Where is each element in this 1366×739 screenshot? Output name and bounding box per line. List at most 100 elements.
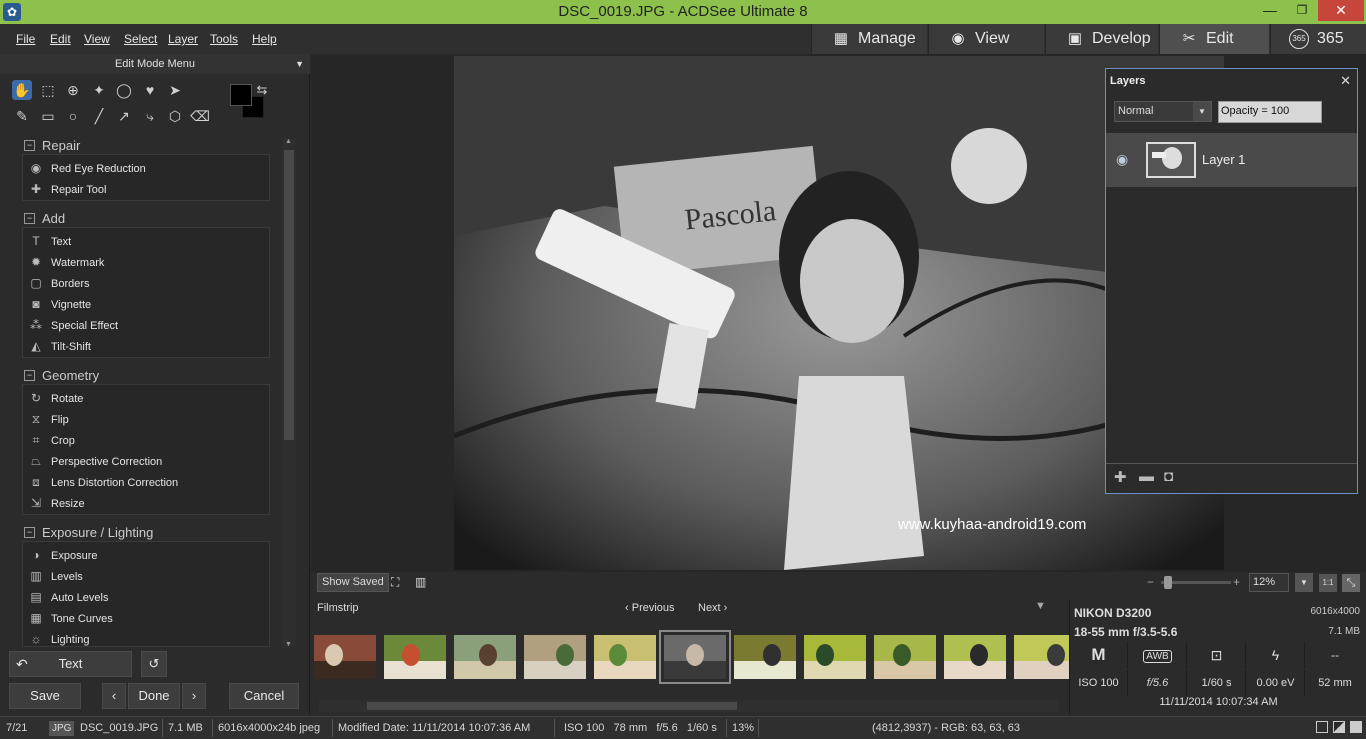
filmstrip-thumbnail[interactable] — [804, 635, 866, 679]
zoom-slider-handle[interactable] — [1164, 576, 1172, 589]
add-layer-icon[interactable]: ✚ — [1114, 468, 1127, 486]
filmstrip-thumbnail[interactable] — [594, 635, 656, 679]
histogram-icon[interactable]: ▥ — [415, 575, 426, 589]
swap-colors-icon[interactable]: ⇆ — [252, 80, 272, 100]
hand-tool-icon[interactable]: ✋ — [12, 80, 32, 100]
filmstrip-thumbnail[interactable] — [944, 635, 1006, 679]
ellipse-icon[interactable]: ○ — [63, 106, 83, 126]
foreground-color-swatch[interactable] — [230, 84, 252, 106]
menu-layer[interactable]: Layer — [168, 32, 198, 46]
tab-develop[interactable]: ▣ Develop — [1045, 24, 1158, 54]
minimize-icon[interactable]: — — [1255, 0, 1285, 21]
menu-help[interactable]: Help — [252, 32, 277, 46]
close-icon[interactable]: ✕ — [1340, 73, 1351, 89]
scrollbar-thumb[interactable] — [284, 150, 294, 440]
filmstrip-thumbnail[interactable] — [314, 635, 376, 679]
visibility-eye-icon[interactable]: ◉ — [1116, 151, 1128, 168]
selection-cursor-icon[interactable]: ➤ — [165, 80, 185, 100]
eraser-icon[interactable]: ⌫ — [190, 106, 210, 126]
restore-icon[interactable]: ❐ — [1287, 0, 1317, 21]
fullscreen-toggle-icon[interactable] — [1350, 721, 1362, 733]
geometry-perspective-item[interactable]: ⏢ Perspective Correction — [28, 451, 162, 471]
menu-select[interactable]: Select — [124, 32, 157, 46]
menu-file[interactable]: File — [16, 32, 35, 46]
scroll-down-icon[interactable]: ▼ — [285, 641, 292, 648]
filmstrip-thumbnail[interactable] — [1014, 635, 1076, 679]
menu-edit[interactable]: Edit — [50, 32, 71, 46]
polygon-icon[interactable]: ⬡ — [165, 106, 185, 126]
tab-365[interactable]: 365 365 — [1270, 24, 1366, 54]
collapse-icon[interactable]: − — [24, 213, 35, 224]
add-special-effect-item[interactable]: ⁂ Special Effect — [28, 315, 118, 335]
lasso-icon[interactable]: ◯ — [114, 80, 134, 100]
menu-tools[interactable]: Tools — [210, 32, 238, 46]
edit-mode-menu-header[interactable]: Edit Mode Menu ▼ — [0, 54, 310, 74]
geometry-resize-item[interactable]: ⇲ Resize — [28, 493, 85, 513]
panel-toggle-icon[interactable] — [1316, 721, 1328, 733]
add-text-item[interactable]: T Text — [28, 231, 71, 251]
filmstrip-next-button[interactable]: Next › — [698, 602, 727, 614]
menu-view[interactable]: View — [84, 32, 110, 46]
zoom-out-icon[interactable]: − — [1147, 575, 1154, 589]
fullscreen-icon[interactable]: ⤡ — [1342, 574, 1360, 592]
zoom-level-field[interactable]: 12% — [1249, 573, 1289, 592]
arrow-line-icon[interactable]: ↗ — [114, 106, 134, 126]
add-tilt-shift-item[interactable]: ◭ Tilt-Shift — [28, 336, 91, 356]
geometry-rotate-item[interactable]: ↻ Rotate — [28, 388, 83, 408]
next-image-button[interactable]: › — [182, 683, 206, 709]
add-borders-item[interactable]: ▢ Borders — [28, 273, 89, 293]
scrollbar-thumb[interactable] — [367, 702, 737, 710]
close-button[interactable]: ✕ — [1318, 0, 1364, 21]
repair-tool-item[interactable]: ✚ Repair Tool — [28, 179, 106, 199]
add-watermark-item[interactable]: ✹ Watermark — [28, 252, 104, 272]
show-saved-button[interactable]: Show Saved — [317, 573, 389, 592]
camera-icon[interactable]: ◘ — [1164, 468, 1173, 485]
repair-red-eye-item[interactable]: ◉ Red Eye Reduction — [28, 158, 146, 178]
smart-brush-icon[interactable]: ♥ — [140, 80, 160, 100]
filmstrip-thumbnail[interactable] — [734, 635, 796, 679]
chevron-down-icon[interactable]: ▼ — [1035, 600, 1046, 612]
scroll-up-icon[interactable]: ▲ — [285, 138, 292, 145]
move-tool-icon[interactable]: ⊕ — [63, 80, 83, 100]
overlay-toggle-icon[interactable] — [1333, 721, 1345, 733]
levels-item[interactable]: ▥ Levels — [28, 566, 82, 586]
collapse-icon[interactable]: − — [24, 370, 35, 381]
filmstrip-thumbnail[interactable] — [384, 635, 446, 679]
blend-mode-select[interactable]: Normal ▼ — [1114, 101, 1212, 122]
collapse-icon[interactable]: − — [24, 527, 35, 538]
filmstrip-thumbnail[interactable] — [659, 630, 731, 684]
geometry-lens-distortion-item[interactable]: ⧈ Lens Distortion Correction — [28, 472, 178, 492]
fit-screen-icon[interactable]: ⛶ — [391, 575, 399, 590]
geometry-crop-item[interactable]: ⌗ Crop — [28, 430, 75, 450]
add-vignette-item[interactable]: ◙ Vignette — [28, 294, 91, 314]
chevron-down-icon[interactable]: ▼ — [1295, 573, 1313, 592]
filmstrip-thumbnail[interactable] — [524, 635, 586, 679]
history-button[interactable]: ↺ — [141, 651, 167, 677]
collapse-icon[interactable]: − — [24, 140, 35, 151]
undo-text-button[interactable]: ↶ Text — [9, 651, 132, 677]
polyline-icon[interactable]: ⤷ — [140, 106, 160, 126]
actual-size-button[interactable]: 1:1 — [1319, 574, 1337, 592]
previous-image-button[interactable]: ‹ — [102, 683, 126, 709]
transform-tool-icon[interactable]: ⬚ — [38, 80, 58, 100]
auto-levels-item[interactable]: ▤ Auto Levels — [28, 587, 108, 607]
tab-view[interactable]: ◉ View — [928, 24, 1044, 54]
cancel-button[interactable]: Cancel — [229, 683, 299, 709]
opacity-field[interactable]: Opacity = 100 — [1218, 101, 1322, 123]
save-button[interactable]: Save — [9, 683, 81, 709]
panel-scrollbar[interactable]: ▲ ▼ — [282, 138, 296, 648]
filmstrip-thumbnail[interactable] — [454, 635, 516, 679]
geometry-flip-item[interactable]: ⧖ Flip — [28, 409, 69, 429]
done-button[interactable]: Done — [128, 683, 180, 709]
brush-icon[interactable]: ✎ — [12, 106, 32, 126]
layer-mask-icon[interactable]: ▬ — [1139, 468, 1154, 485]
lighting-item[interactable]: ☼ Lighting — [28, 629, 90, 649]
exposure-item[interactable]: ◑ Exposure — [28, 545, 97, 565]
magic-wand-icon[interactable]: ✦ — [89, 80, 109, 100]
layer-row[interactable]: ◉ Layer 1 — [1106, 133, 1357, 187]
filmstrip-previous-button[interactable]: ‹ Previous — [625, 602, 675, 614]
tab-edit[interactable]: ✂ Edit — [1159, 24, 1269, 54]
rectangle-icon[interactable]: ▭ — [38, 106, 58, 126]
zoom-in-icon[interactable]: + — [1233, 575, 1240, 589]
filmstrip-scrollbar[interactable] — [319, 700, 1059, 712]
